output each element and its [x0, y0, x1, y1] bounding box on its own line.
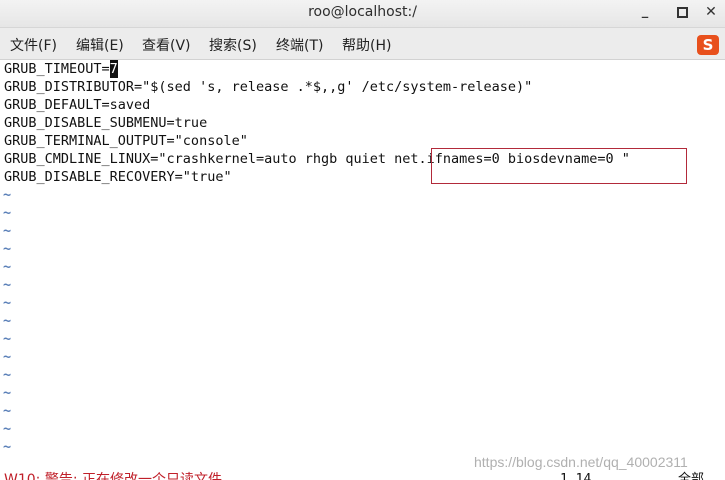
status-line: W10: 警告: 正在修改一个只读文件 1,14 全部 — [0, 470, 725, 480]
menu-view[interactable]: 查看(V) — [142, 35, 191, 55]
title-bar: roo@localhost:/ _ ✕ — [0, 0, 725, 28]
empty-line-marker: ~ — [3, 277, 12, 293]
empty-line-marker: ~ — [3, 331, 12, 347]
maximize-icon — [676, 7, 688, 18]
menu-terminal[interactable]: 终端(T) — [276, 35, 323, 55]
empty-line-marker: ~ — [3, 295, 12, 311]
editor-line-text: GRUB_TIMEOUT= — [4, 61, 110, 77]
empty-line-marker: ~ — [3, 223, 12, 239]
menu-search[interactable]: 搜索(S) — [209, 35, 257, 55]
empty-line-marker: ~ — [3, 403, 12, 419]
vim-editor[interactable]: GRUB_TIMEOUT=7 GRUB_DISTRIBUTOR="$(sed '… — [0, 60, 725, 474]
cursor-position: 1,14 — [560, 472, 592, 480]
close-button[interactable]: ✕ — [700, 2, 722, 22]
text-cursor: 7 — [109, 60, 118, 78]
editor-line: GRUB_DEFAULT=saved — [4, 97, 151, 113]
empty-line-marker: ~ — [3, 205, 12, 221]
status-warning-message: W10: 警告: 正在修改一个只读文件 — [4, 472, 222, 480]
watermark: https://blog.csdn.net/qq_40002311 — [474, 454, 688, 470]
menu-help[interactable]: 帮助(H) — [342, 35, 391, 55]
menu-file[interactable]: 文件(F) — [10, 35, 57, 55]
empty-line-marker: ~ — [3, 187, 12, 203]
scroll-position: 全部 — [678, 472, 705, 480]
empty-line-marker: ~ — [3, 385, 12, 401]
menu-edit[interactable]: 编辑(E) — [76, 35, 124, 55]
editor-line: GRUB_TERMINAL_OUTPUT="console" — [4, 133, 248, 149]
maximize-button[interactable] — [671, 2, 693, 22]
menu-bar: 文件(F) 编辑(E) 查看(V) 搜索(S) 终端(T) 帮助(H) — [0, 28, 725, 60]
editor-line: GRUB_DISABLE_RECOVERY="true" — [4, 169, 232, 185]
empty-line-marker: ~ — [3, 259, 12, 275]
empty-line-marker: ~ — [3, 421, 12, 437]
empty-line-marker: ~ — [3, 349, 12, 365]
sogou-ime-icon[interactable]: S — [697, 35, 719, 55]
editor-line: GRUB_DISABLE_SUBMENU=true — [4, 115, 208, 131]
annotation-highlight-box — [431, 148, 687, 184]
window-title: roo@localhost:/ — [308, 4, 417, 20]
empty-line-marker: ~ — [3, 241, 12, 257]
empty-line-marker: ~ — [3, 439, 12, 455]
minimize-button[interactable]: _ — [634, 2, 656, 22]
editor-line: GRUB_TIMEOUT=7 — [4, 60, 118, 78]
empty-line-marker: ~ — [3, 313, 12, 329]
editor-line: GRUB_DISTRIBUTOR="$(sed 's, release .*$,… — [4, 79, 533, 95]
empty-line-marker: ~ — [3, 367, 12, 383]
